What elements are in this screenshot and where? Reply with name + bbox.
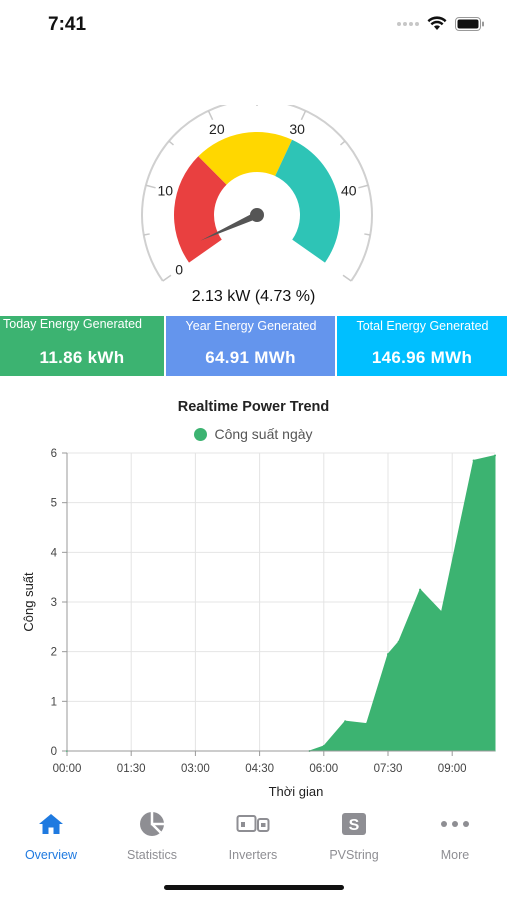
tab-bar: Overview Statistics Inverters S PVString… bbox=[0, 810, 507, 870]
data-point bbox=[322, 745, 325, 748]
data-point bbox=[344, 720, 347, 723]
legend-swatch bbox=[194, 427, 208, 441]
signal-icon bbox=[397, 21, 419, 26]
gauge-tick bbox=[340, 140, 346, 146]
today-energy-tile: Today Energy Generated 11.86 kWh bbox=[0, 316, 164, 376]
gauge-tick bbox=[143, 233, 150, 236]
home-indicator bbox=[164, 885, 344, 890]
status-time: 7:41 bbox=[48, 14, 87, 35]
inverter-icon bbox=[236, 815, 270, 832]
data-point bbox=[419, 588, 422, 591]
tab-pvstring[interactable]: S PVString bbox=[304, 810, 404, 862]
gauge-band-3 bbox=[275, 139, 340, 263]
data-point bbox=[440, 610, 443, 613]
gauge-tick bbox=[168, 140, 174, 146]
gauge-tick bbox=[300, 110, 307, 121]
gauge-tick bbox=[358, 184, 369, 189]
gauge-readout: 2.13 kW (4.73 %) bbox=[191, 288, 316, 305]
today-energy-value: 11.86 kWh bbox=[39, 348, 125, 367]
svg-text:S: S bbox=[349, 817, 360, 834]
year-energy-tile: Year Energy Generated 64.91 MWh bbox=[166, 316, 335, 376]
gauge-needle-hub bbox=[250, 208, 264, 222]
y-tick-label: 4 bbox=[51, 547, 58, 559]
y-axis-label: Công suất bbox=[21, 572, 36, 632]
tab-inverters[interactable]: Inverters bbox=[203, 810, 303, 862]
y-tick-label: 2 bbox=[51, 647, 57, 659]
status-bar: 7:41 bbox=[0, 0, 507, 50]
pvstring-icon: S bbox=[342, 813, 366, 835]
total-energy-tile: Total Energy Generated 146.96 MWh bbox=[337, 316, 507, 376]
pie-chart-icon bbox=[140, 812, 164, 836]
y-tick-label: 0 bbox=[51, 746, 57, 758]
tab-statistics[interactable]: Statistics bbox=[102, 810, 202, 862]
x-tick-label: 04:30 bbox=[245, 763, 274, 775]
gauge-tick bbox=[145, 184, 156, 189]
chart-title: Realtime Power Trend bbox=[177, 399, 330, 415]
data-point bbox=[494, 454, 496, 457]
gauge-outer-ring bbox=[141, 105, 373, 282]
tab-pvstring-label: PVString bbox=[329, 848, 379, 862]
tab-overview[interactable]: Overview bbox=[1, 810, 101, 862]
more-icon bbox=[441, 821, 469, 827]
gauge-tick-label: 30 bbox=[289, 121, 305, 137]
tab-more-label: More bbox=[440, 848, 470, 862]
gauge-tick bbox=[207, 110, 214, 121]
total-energy-value: 146.96 MWh bbox=[371, 348, 473, 367]
data-point bbox=[472, 459, 475, 462]
gauge-tick-label: 0 bbox=[175, 261, 183, 277]
gauge-tick bbox=[162, 274, 172, 282]
data-point bbox=[387, 653, 389, 656]
tab-more[interactable]: More bbox=[405, 810, 505, 862]
x-tick-label: 03:00 bbox=[181, 763, 210, 775]
gauge-tick bbox=[342, 274, 352, 282]
home-icon bbox=[39, 814, 63, 834]
battery-icon bbox=[455, 16, 484, 31]
y-tick-label: 6 bbox=[51, 448, 57, 460]
x-axis-label: Thời gian bbox=[269, 784, 324, 799]
data-point bbox=[397, 640, 400, 643]
x-tick-label: 01:30 bbox=[117, 763, 146, 775]
today-energy-label: Today Energy Generated bbox=[3, 317, 142, 331]
year-energy-value: 64.91 MWh bbox=[205, 348, 296, 367]
wifi-icon bbox=[427, 16, 447, 30]
tab-inverters-label: Inverters bbox=[228, 848, 278, 862]
gauge-tick-label: 40 bbox=[341, 182, 357, 198]
x-tick-label: 07:30 bbox=[374, 763, 403, 775]
x-tick-label: 09:00 bbox=[438, 763, 467, 775]
y-tick-label: 1 bbox=[51, 696, 57, 708]
y-tick-label: 5 bbox=[51, 498, 57, 510]
year-energy-label: Year Energy Generated bbox=[185, 319, 317, 333]
x-tick-label: 06:00 bbox=[309, 763, 338, 775]
total-energy-label: Total Energy Generated bbox=[356, 319, 489, 333]
data-point bbox=[365, 722, 368, 725]
power-gauge: 0 10 20 30 40 bbox=[141, 105, 373, 282]
gauge-tick-label: 10 bbox=[157, 182, 173, 198]
gauge-tick bbox=[364, 233, 371, 236]
gauge-tick-label: 20 bbox=[209, 121, 225, 137]
status-icons bbox=[397, 16, 485, 31]
x-tick-label: 00:00 bbox=[53, 763, 82, 775]
y-tick-label: 3 bbox=[51, 597, 57, 609]
realtime-power-chart[interactable]: 0 1 2 3 4 5 6 00:00 01:30 03:00 04:30 06:00 07:30 09:… bbox=[0, 440, 507, 805]
tab-statistics-label: Statistics bbox=[126, 848, 177, 862]
tab-overview-label: Overview bbox=[24, 848, 78, 862]
